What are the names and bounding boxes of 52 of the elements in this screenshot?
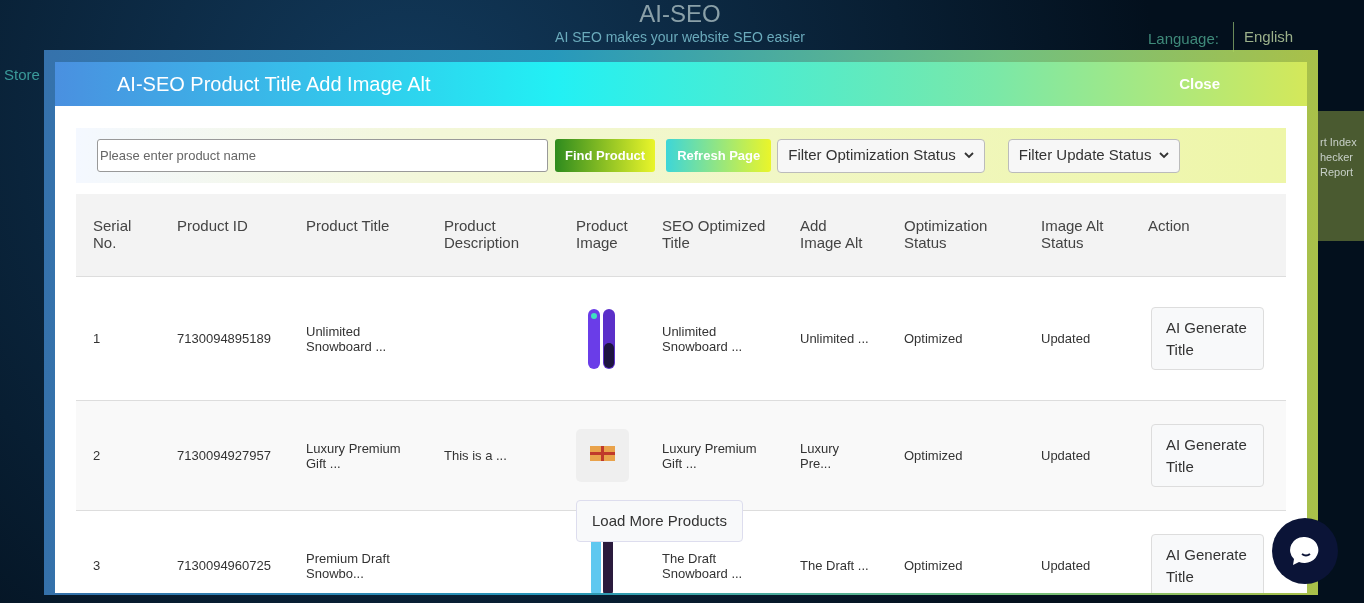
table-cell: 7130094927957 bbox=[177, 448, 271, 463]
table-cell: Luxury Premium Gift ... bbox=[662, 440, 757, 471]
column-header: Product Description bbox=[444, 217, 521, 251]
table-cell: 7130094960725 bbox=[177, 558, 271, 573]
table-cell: Unlimited Snowboard ... bbox=[662, 323, 743, 354]
table-cell: Unlimited ... bbox=[800, 331, 869, 346]
filter-select[interactable]: Filter Optimization Status bbox=[777, 138, 985, 173]
table-cell: Optimized bbox=[904, 558, 963, 573]
table-cell: 3 bbox=[93, 558, 101, 573]
load-more-products-button[interactable]: Load More Products bbox=[576, 500, 743, 542]
ai-generate-title-button[interactable]: AI Generate Title bbox=[1151, 307, 1264, 370]
table-cell: Luxury Pre... bbox=[800, 440, 840, 471]
table-cell: Updated bbox=[1041, 558, 1091, 573]
side-panel-text: hecker bbox=[1320, 150, 1355, 165]
table-cell: 2 bbox=[93, 448, 101, 463]
table-cell: Luxury Premium Gift ... bbox=[306, 440, 401, 471]
table-cell: Updated bbox=[1041, 331, 1091, 346]
modal-title: AI-SEO Product Title Add Image Alt bbox=[117, 72, 431, 97]
gift-box-image bbox=[576, 429, 629, 482]
table-cell: The Draft Snowboard ... bbox=[662, 550, 743, 581]
ai-generate-title-button[interactable]: AI Generate Title bbox=[1151, 424, 1264, 487]
column-header: Image Alt Status bbox=[1041, 217, 1105, 251]
column-header: Product Title bbox=[306, 217, 391, 234]
page-title: AI-SEO bbox=[638, 0, 722, 28]
table-cell: Optimized bbox=[904, 331, 963, 346]
table-cell: This is a ... bbox=[444, 448, 507, 463]
table-cell: 7130094895189 bbox=[177, 331, 271, 346]
column-header: Action bbox=[1148, 217, 1191, 234]
column-header: Add Image Alt bbox=[800, 217, 864, 251]
chat-bubble-icon bbox=[1289, 535, 1321, 567]
chevron-down-icon bbox=[1159, 152, 1170, 159]
table-cell: Updated bbox=[1041, 448, 1091, 463]
table-cell: Unlimited Snowboard ... bbox=[306, 323, 387, 354]
column-header: SEO Optimized Title bbox=[662, 217, 766, 251]
column-header: Product ID bbox=[177, 217, 249, 234]
language-label: Language: bbox=[1148, 29, 1219, 49]
table-cell: Premium Draft Snowbo... bbox=[306, 550, 390, 581]
chevron-down-icon bbox=[963, 152, 974, 159]
filter-select[interactable]: Filter Update Status bbox=[1007, 138, 1181, 173]
column-header: Product Image bbox=[576, 217, 628, 251]
column-header: Serial No. bbox=[93, 217, 133, 251]
table-cell: 1 bbox=[93, 331, 101, 346]
snowboard-image bbox=[587, 307, 617, 370]
table-cell: Optimized bbox=[904, 448, 963, 463]
side-panel-text: rt Index bbox=[1320, 135, 1358, 150]
search-field[interactable]: Please enter product name bbox=[97, 139, 548, 172]
column-header: Optimization Status bbox=[904, 217, 989, 251]
ai-generate-title-button[interactable]: AI Generate Title bbox=[1151, 534, 1264, 593]
table-cell: The Draft ... bbox=[800, 558, 869, 573]
page-subtitle: AI SEO makes your website SEO easier bbox=[554, 29, 806, 46]
side-panel-text: Report bbox=[1320, 165, 1355, 180]
store-label: Store bbox=[4, 65, 40, 85]
